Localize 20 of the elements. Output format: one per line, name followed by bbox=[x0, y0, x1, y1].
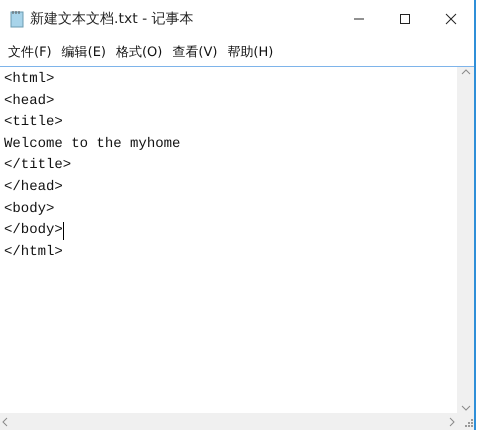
resize-grip-icon[interactable] bbox=[462, 418, 474, 430]
menu-item[interactable]: 查看(V) bbox=[168, 41, 222, 63]
menu-item[interactable]: 文件(F) bbox=[4, 41, 56, 63]
text-line: <title> bbox=[4, 113, 63, 132]
text-line: </html> bbox=[4, 242, 63, 262]
close-icon bbox=[445, 13, 457, 25]
text-line: <html> bbox=[4, 70, 54, 89]
menu-item[interactable]: 编辑(E) bbox=[58, 41, 110, 63]
maximize-icon bbox=[399, 13, 411, 25]
text-line: Welcome to the myhome bbox=[4, 134, 180, 154]
menu-item[interactable]: 格式(O) bbox=[112, 41, 166, 63]
menu-item[interactable]: 帮助(H) bbox=[223, 41, 278, 63]
window-title: 新建文本文档.txt - 记事本 bbox=[30, 10, 195, 28]
text-line: </head> bbox=[4, 178, 63, 197]
text-line: <head> bbox=[4, 92, 54, 111]
text-editor[interactable]: <html> <head> <title> Welcome to the myhome </title> </head> <body> </body> </html> bbox=[0, 67, 457, 413]
text-line: <body> bbox=[4, 200, 54, 219]
text-line: </title> bbox=[4, 156, 72, 176]
text-line: </body> bbox=[4, 221, 63, 240]
notepad-icon bbox=[10, 10, 24, 28]
